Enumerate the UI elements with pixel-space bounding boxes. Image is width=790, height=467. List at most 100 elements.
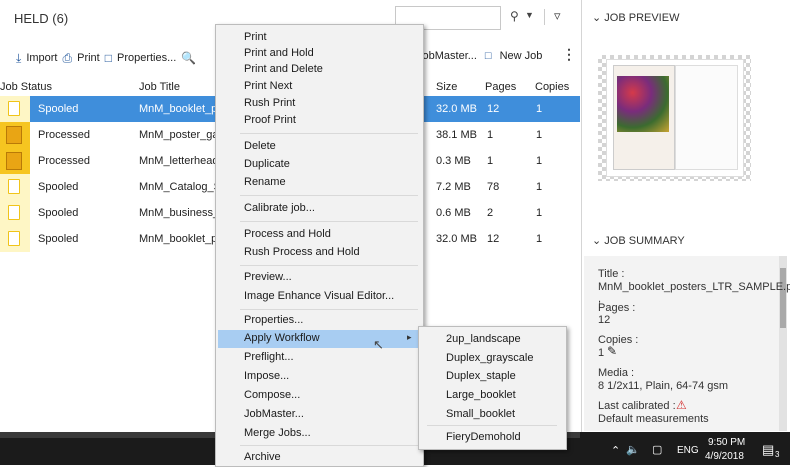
workflow-submenu: 2up_landscape Duplex_grayscale Duplex_st…	[418, 326, 567, 450]
job-summary-header[interactable]: ⌄ JOB SUMMARY	[592, 234, 685, 247]
new-job-button[interactable]: New Job	[500, 50, 543, 62]
menu-item-impose[interactable]: Impose...	[244, 370, 289, 382]
workflow-item-duplex-grayscale[interactable]: Duplex_grayscale	[446, 352, 533, 364]
pencil-icon[interactable]: ✎	[607, 344, 617, 358]
menu-item-print-and-delete[interactable]: Print and Delete	[244, 63, 323, 75]
jobmaster-button[interactable]: JobMaster...	[417, 50, 477, 62]
workflow-item-small-booklet[interactable]: Small_booklet	[446, 408, 515, 420]
job-pages: 1	[487, 129, 494, 141]
job-copies: 1	[536, 103, 543, 115]
menu-separator	[240, 221, 418, 222]
menu-item-calibrate-job[interactable]: Calibrate job...	[244, 202, 315, 214]
job-size: 32.0 MB	[436, 103, 477, 115]
col-job-status[interactable]: Job Status	[0, 81, 52, 93]
job-size: 0.3 MB	[436, 155, 471, 167]
summary-copies-value: 1	[598, 347, 605, 359]
menu-item-print-and-hold[interactable]: Print and Hold	[244, 47, 314, 59]
summary-pages-label: Pages :	[598, 302, 636, 314]
held-queue-title: HELD (6)	[14, 11, 69, 26]
more-options-icon[interactable]: ⋮	[562, 46, 576, 63]
processed-job-icon	[6, 152, 22, 170]
chevron-up-icon[interactable]: ⌃	[611, 444, 620, 457]
menu-item-merge-jobs[interactable]: Merge Jobs...	[244, 427, 311, 439]
menu-item-print[interactable]: Print	[244, 31, 267, 43]
printer-icon[interactable]: ⎙	[63, 51, 73, 66]
magnifier-icon[interactable]: 🔍	[181, 51, 196, 65]
workflow-item-fierydemohold[interactable]: FieryDemohold	[446, 431, 521, 443]
job-pages: 12	[487, 233, 500, 245]
import-icon[interactable]: ⤓	[16, 51, 21, 66]
job-copies: 1	[536, 129, 543, 141]
properties-button[interactable]: Properties...	[117, 52, 176, 64]
print-button[interactable]: Print	[77, 52, 100, 64]
col-size[interactable]: Size	[436, 81, 457, 93]
thumbnail-page-right	[675, 65, 738, 170]
summary-title-label: Title :	[598, 268, 625, 280]
job-pages: 12	[487, 103, 500, 115]
job-copies: 1	[536, 181, 543, 193]
clock-time[interactable]: 9:50 PM	[708, 437, 745, 448]
menu-item-rush-print[interactable]: Rush Print	[244, 97, 295, 109]
chevron-right-icon: ▸	[407, 332, 412, 342]
menu-item-compose[interactable]: Compose...	[244, 389, 300, 401]
col-copies[interactable]: Copies	[535, 81, 569, 93]
processed-job-icon	[6, 126, 22, 144]
menu-item-archive[interactable]: Archive	[244, 451, 281, 463]
menu-item-image-enhance[interactable]: Image Enhance Visual Editor...	[244, 290, 394, 302]
menu-item-apply-workflow[interactable]: Apply Workflow	[244, 332, 320, 344]
workflow-item-duplex-staple[interactable]: Duplex_staple	[446, 370, 516, 382]
summary-pages-value: 12	[598, 314, 611, 326]
menu-item-print-next[interactable]: Print Next	[244, 80, 292, 92]
chevron-down-icon[interactable]: ▼	[525, 10, 534, 20]
speaker-icon[interactable]: 🔈	[626, 443, 640, 456]
col-pages[interactable]: Pages	[485, 81, 516, 93]
menu-separator	[240, 445, 418, 446]
notification-icon[interactable]: ▤	[762, 442, 774, 458]
job-copies: 1	[536, 233, 543, 245]
context-menu: Print Print and Hold Print and Delete Pr…	[215, 24, 424, 467]
warning-icon: ⚠	[676, 398, 687, 412]
summary-calibrated-value: Default measurements	[598, 413, 709, 425]
job-pages: 78	[487, 181, 500, 193]
mouse-cursor-icon: ↖	[373, 337, 384, 352]
language-indicator[interactable]: ENG	[677, 445, 699, 456]
menu-item-duplicate[interactable]: Duplicate	[244, 158, 290, 170]
search-icon[interactable]: ⚲	[510, 9, 519, 23]
properties-icon[interactable]: □	[105, 51, 112, 65]
col-job-title[interactable]: Job Title	[139, 81, 180, 93]
menu-item-properties[interactable]: Properties...	[244, 314, 303, 326]
panel-divider	[581, 0, 582, 432]
menu-item-rush-process-and-hold[interactable]: Rush Process and Hold	[244, 246, 360, 258]
filter-icon[interactable]: ▿	[554, 8, 561, 24]
workflow-item-2up-landscape[interactable]: 2up_landscape	[446, 333, 521, 345]
job-size: 38.1 MB	[436, 129, 477, 141]
clock-date[interactable]: 4/9/2018	[705, 451, 744, 462]
menu-item-preflight[interactable]: Preflight...	[244, 351, 294, 363]
menu-item-preview[interactable]: Preview...	[244, 271, 292, 283]
chevron-down-icon: ⌄	[592, 235, 602, 247]
spooled-job-icon	[8, 179, 20, 194]
summary-copies-label: Copies :	[598, 334, 639, 346]
import-button[interactable]: Import	[26, 52, 57, 64]
menu-item-jobmaster[interactable]: JobMaster...	[244, 408, 304, 420]
summary-media-value: 8 1/2x11, Plain, 64-74 gsm	[598, 380, 729, 392]
job-status: Spooled	[38, 233, 79, 245]
menu-item-process-and-hold[interactable]: Process and Hold	[244, 228, 331, 240]
summary-calibrated-label: Last calibrated :	[598, 400, 676, 412]
menu-item-proof-print[interactable]: Proof Print	[244, 114, 296, 126]
job-preview-header[interactable]: ⌄ JOB PREVIEW	[592, 11, 679, 24]
spooled-job-icon	[8, 205, 20, 220]
menu-separator	[240, 133, 418, 134]
job-copies: 1	[536, 207, 543, 219]
job-status: Spooled	[38, 103, 79, 115]
job-size: 0.6 MB	[436, 207, 471, 219]
workflow-item-large-booklet[interactable]: Large_booklet	[446, 389, 516, 401]
notification-count: 3	[775, 450, 780, 459]
new-job-icon[interactable]: □	[485, 50, 492, 62]
menu-item-rename[interactable]: Rename	[244, 176, 286, 188]
job-copies: 1	[536, 155, 543, 167]
chevron-down-icon: ⌄	[592, 12, 602, 24]
network-icon[interactable]: ▢	[652, 443, 662, 456]
menu-item-delete[interactable]: Delete	[244, 140, 276, 152]
job-toolbar-right: JobMaster... □ New Job	[417, 50, 542, 62]
